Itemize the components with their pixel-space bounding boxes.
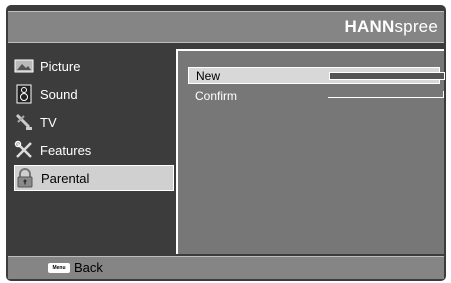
footer-bar: Menu Back <box>8 256 444 279</box>
speaker-icon <box>14 84 34 104</box>
new-password-row[interactable]: New <box>188 67 445 84</box>
confirm-password-label: Confirm <box>195 88 238 103</box>
new-password-label: New <box>196 68 221 83</box>
sidebar-item-label: TV <box>40 114 57 130</box>
menu-key-icon: Menu <box>48 263 70 273</box>
brand-logo-light: spree <box>394 17 438 36</box>
confirm-password-row[interactable]: Confirm <box>188 87 444 104</box>
back-button-label[interactable]: Back <box>74 260 103 275</box>
sidebar-item-tv[interactable]: TV <box>14 109 174 135</box>
sidebar-item-picture[interactable]: Picture <box>14 53 174 79</box>
confirm-password-field[interactable] <box>328 91 444 98</box>
sidebar-item-label: Picture <box>40 58 81 74</box>
sidebar-menu: Picture Sound TV Features Parental <box>8 49 176 254</box>
antenna-icon <box>14 112 34 132</box>
tools-icon <box>14 140 34 160</box>
parental-panel: New Confirm <box>176 49 445 254</box>
header-bar: HANNspree <box>8 11 444 43</box>
sidebar-item-label: Sound <box>40 86 78 102</box>
brand-logo: HANNspree <box>345 17 438 37</box>
sidebar-item-parental[interactable]: Parental <box>14 165 174 191</box>
brand-logo-bold: HANN <box>344 17 395 36</box>
sidebar-item-features[interactable]: Features <box>14 137 174 163</box>
osd-window: HANNspree Picture Sound TV Features Pare… <box>6 5 446 281</box>
picture-icon <box>14 56 34 76</box>
sidebar-item-label: Features <box>40 142 92 158</box>
new-password-field[interactable] <box>329 72 445 80</box>
lock-icon <box>15 168 35 188</box>
sidebar-item-sound[interactable]: Sound <box>14 81 174 107</box>
sidebar-item-label: Parental <box>41 170 90 186</box>
